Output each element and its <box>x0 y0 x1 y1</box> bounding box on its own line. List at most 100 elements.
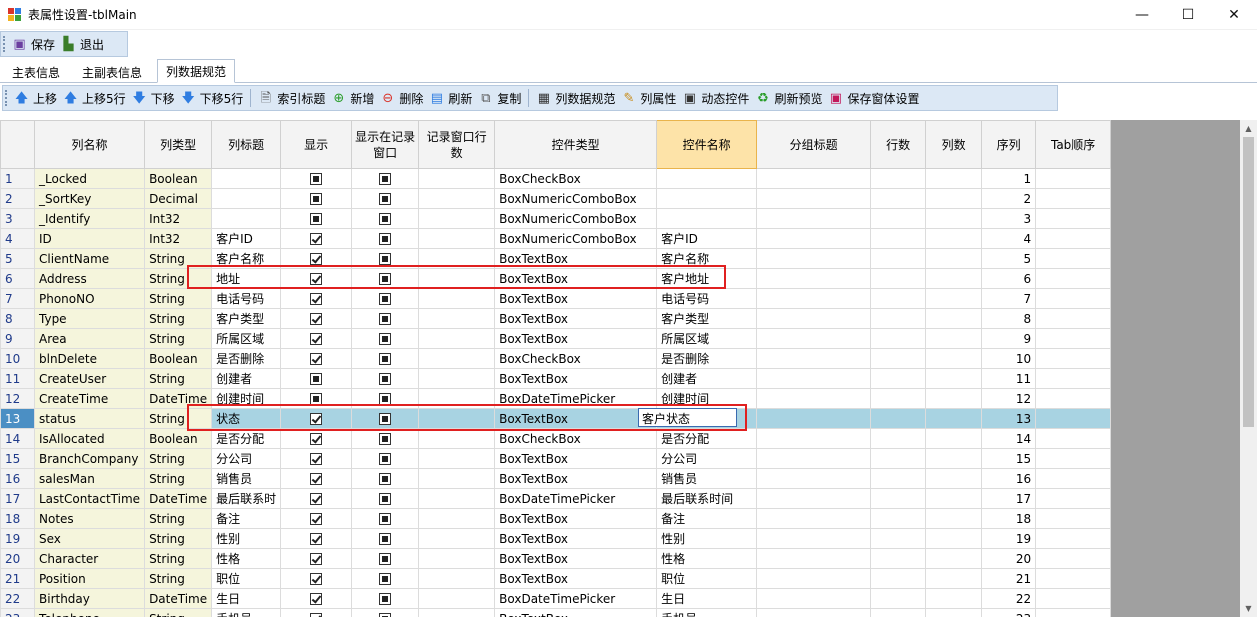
checkbox[interactable] <box>379 593 392 605</box>
cell-column-name[interactable]: Character <box>33 548 146 569</box>
header-sequence[interactable]: 序列 <box>981 120 1037 169</box>
cell-rows[interactable] <box>870 448 927 469</box>
cell-show[interactable] <box>280 168 353 189</box>
header-show-in-record[interactable]: 显示在记录窗口 <box>351 120 420 169</box>
cell-columns[interactable] <box>925 368 983 389</box>
table-row[interactable]: 21 Position String 职位 BoxTextBox 职位 21 <box>0 568 1112 589</box>
cell-tab-order[interactable] <box>1035 348 1112 369</box>
cell-record-rows[interactable] <box>418 248 496 269</box>
checkbox[interactable] <box>310 513 323 525</box>
cell-record-rows[interactable] <box>418 488 496 509</box>
cell-columns[interactable] <box>925 568 983 589</box>
cell-columns[interactable] <box>925 608 983 617</box>
cell-rows[interactable] <box>870 408 927 429</box>
cell-column-type[interactable]: String <box>144 248 213 269</box>
checkbox[interactable] <box>379 493 392 505</box>
header-control-type[interactable]: 控件类型 <box>494 120 658 169</box>
row-header[interactable]: 17 <box>0 488 35 509</box>
cell-columns[interactable] <box>925 428 983 449</box>
cell-show-in-record[interactable] <box>351 428 420 449</box>
cell-show-in-record[interactable] <box>351 348 420 369</box>
cell-columns[interactable] <box>925 348 983 369</box>
cell-control-type[interactable]: BoxTextBox <box>494 328 658 349</box>
cell-column-title[interactable]: 手机号 <box>211 608 282 617</box>
cell-show-in-record[interactable] <box>351 488 420 509</box>
cell-column-name[interactable]: CreateTime <box>33 388 146 409</box>
cell-column-name[interactable]: CreateUser <box>33 368 146 389</box>
cell-column-type[interactable]: Boolean <box>144 428 213 449</box>
cell-columns[interactable] <box>925 168 983 189</box>
cell-control-type[interactable]: BoxTextBox <box>494 548 658 569</box>
cell-column-type[interactable]: Boolean <box>144 168 213 189</box>
header-tab-order[interactable]: Tab顺序 <box>1035 120 1112 169</box>
scroll-thumb[interactable] <box>1243 137 1254 427</box>
minimize-button[interactable]: — <box>1119 0 1165 30</box>
cell-tab-order[interactable] <box>1035 528 1112 549</box>
cell-column-title[interactable]: 客户ID <box>211 228 282 249</box>
cell-column-name[interactable]: Sex <box>33 528 146 549</box>
cell-show[interactable] <box>280 348 353 369</box>
cell-group-title[interactable] <box>756 288 872 309</box>
header-column-name[interactable]: 列名称 <box>33 120 146 169</box>
cell-column-name[interactable]: Address <box>33 268 146 289</box>
row-header[interactable]: 13 <box>0 408 35 429</box>
cell-control-type[interactable]: BoxTextBox <box>494 448 658 469</box>
cell-column-title[interactable]: 客户名称 <box>211 248 282 269</box>
cell-control-name[interactable]: 客户类型 <box>656 308 758 329</box>
cell-show[interactable] <box>280 528 353 549</box>
row-header[interactable]: 12 <box>0 388 35 409</box>
cell-control-name[interactable]: 创建时间 <box>656 388 758 409</box>
cell-rows[interactable] <box>870 248 927 269</box>
cell-group-title[interactable] <box>756 408 872 429</box>
checkbox[interactable] <box>310 253 323 265</box>
column-props-button[interactable]: ✎ 列属性 <box>618 87 679 109</box>
cell-sequence[interactable]: 20 <box>981 548 1037 569</box>
row-header[interactable]: 9 <box>0 328 35 349</box>
cell-column-title[interactable]: 电话号码 <box>211 288 282 309</box>
cell-show-in-record[interactable] <box>351 528 420 549</box>
cell-control-type[interactable]: BoxTextBox <box>494 408 658 429</box>
cell-control-name[interactable] <box>656 208 758 229</box>
table-row[interactable]: 9 Area String 所属区域 BoxTextBox 所属区域 9 <box>0 328 1112 349</box>
cell-columns[interactable] <box>925 408 983 429</box>
cell-tab-order[interactable] <box>1035 468 1112 489</box>
move-up-5-button[interactable]: 🡅 上移5行 <box>60 87 129 109</box>
cell-rows[interactable] <box>870 608 927 617</box>
cell-column-name[interactable]: blnDelete <box>33 348 146 369</box>
cell-column-type[interactable]: DateTime <box>144 488 213 509</box>
cell-sequence[interactable]: 1 <box>981 168 1037 189</box>
cell-control-name[interactable]: 客户地址 <box>656 268 758 289</box>
table-row[interactable]: 14 IsAllocated Boolean 是否分配 BoxCheckBox 是否分配 1… <box>0 428 1112 449</box>
cell-column-name[interactable]: LastContactTime <box>33 488 146 509</box>
cell-sequence[interactable]: 4 <box>981 228 1037 249</box>
cell-column-title[interactable] <box>211 208 282 229</box>
cell-tab-order[interactable] <box>1035 168 1112 189</box>
row-header[interactable]: 8 <box>0 308 35 329</box>
checkbox[interactable] <box>379 613 392 617</box>
cell-show[interactable] <box>280 188 353 209</box>
column-spec-button[interactable]: ▦ 列数据规范 <box>533 87 618 109</box>
cell-column-title[interactable]: 职位 <box>211 568 282 589</box>
cell-tab-order[interactable] <box>1035 388 1112 409</box>
cell-control-type[interactable]: BoxCheckBox <box>494 168 658 189</box>
cell-rows[interactable] <box>870 508 927 529</box>
cell-group-title[interactable] <box>756 188 872 209</box>
cell-group-title[interactable] <box>756 388 872 409</box>
checkbox[interactable] <box>379 353 392 365</box>
cell-column-type[interactable]: Int32 <box>144 208 213 229</box>
cell-show-in-record[interactable] <box>351 228 420 249</box>
cell-control-name[interactable]: 客户ID <box>656 228 758 249</box>
checkbox[interactable] <box>379 553 392 565</box>
cell-show[interactable] <box>280 268 353 289</box>
cell-columns[interactable] <box>925 308 983 329</box>
cell-column-type[interactable]: String <box>144 308 213 329</box>
cell-column-name[interactable]: status <box>33 408 146 429</box>
cell-rows[interactable] <box>870 568 927 589</box>
cell-control-type[interactable]: BoxCheckBox <box>494 428 658 449</box>
cell-columns[interactable] <box>925 388 983 409</box>
checkbox[interactable] <box>379 233 392 245</box>
cell-show[interactable] <box>280 588 353 609</box>
cell-sequence[interactable]: 6 <box>981 268 1037 289</box>
cell-control-name[interactable]: 客户名称 <box>656 248 758 269</box>
checkbox[interactable] <box>379 433 392 445</box>
